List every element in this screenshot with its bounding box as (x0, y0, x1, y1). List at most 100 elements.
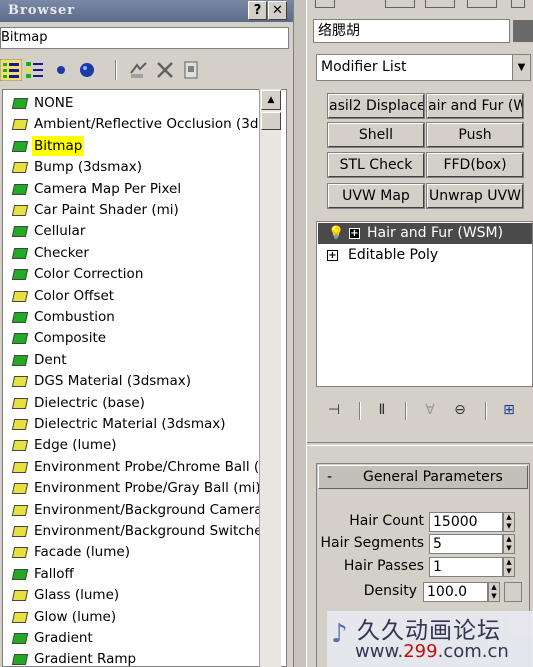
watermark-url: www.299.com.cn (355, 641, 509, 662)
map-type-icon (11, 461, 29, 473)
max-ui: Browser ? ✕ Bitmap NONE Ambient/Reflecti… (0, 0, 533, 667)
tab-motion[interactable] (425, 0, 455, 8)
hair-segments-spinner[interactable]: ▲ ▼ (503, 534, 515, 554)
map-type-icon (11, 162, 29, 174)
map-type-icon (11, 247, 29, 259)
density-spinner[interactable]: ▲ ▼ (488, 582, 500, 602)
make-unique-icon[interactable]: ∀ (421, 399, 439, 421)
expand-icon[interactable]: + (349, 228, 360, 239)
watermark-url-suffix: .com.cn (437, 641, 509, 662)
expand-icon[interactable]: + (327, 250, 338, 261)
update-scene-materials-icon[interactable] (128, 59, 150, 81)
hair-passes-spinner[interactable]: ▲ ▼ (503, 557, 515, 577)
view-large-icons-icon[interactable] (76, 59, 98, 81)
lightbulb-icon[interactable]: 💡 (328, 223, 344, 244)
tab-hierarchy[interactable] (385, 0, 415, 8)
clear-library-icon[interactable] (180, 59, 202, 81)
rollout-title: General Parameters (363, 469, 503, 485)
density-map-button[interactable] (504, 582, 522, 602)
map-type-icon (11, 590, 29, 602)
list-item-label: Glow (lume) (34, 608, 117, 625)
browser-title: Browser (8, 3, 76, 18)
panel-divider (307, 442, 533, 446)
map-type-icon (11, 504, 29, 516)
map-type-icon (11, 397, 29, 409)
collapse-toggle[interactable]: - (327, 466, 332, 488)
modifier-button-displace[interactable]: asil2 Displacem (328, 94, 424, 118)
browser-titlebar[interactable]: Browser ? ✕ (0, 0, 293, 22)
pin-stack-icon[interactable]: ⊣ (325, 399, 343, 421)
modifier-list-dropdown[interactable]: Modifier List ▼ (316, 54, 531, 81)
tab-modify[interactable] (315, 0, 335, 8)
map-type-icon (11, 611, 29, 623)
map-type-icon (11, 226, 29, 238)
view-list-text-icon[interactable] (0, 59, 22, 81)
close-button[interactable]: ✕ (268, 1, 287, 20)
list-item-label: Cellular (34, 223, 86, 240)
map-list[interactable]: NONE Ambient/Reflective Occlusion (3dsm Bi… (2, 89, 287, 667)
panel-splitter[interactable] (293, 0, 307, 667)
list-item-label: Composite (34, 330, 107, 347)
rollout-header[interactable]: - General Parameters (318, 465, 528, 489)
list-item-label: Environment/Background Switcher ( (34, 523, 278, 539)
density-label: Density (363, 583, 417, 599)
command-panel: 络腮胡 Modifier List ▼ asil2 Displacem air … (307, 0, 533, 667)
hair-count-spinner[interactable]: ▲ ▼ (503, 512, 515, 532)
map-type-icon (11, 483, 29, 495)
hair-segments-input[interactable]: 5 (429, 534, 503, 554)
configure-modifier-sets-icon[interactable]: ⊞ (500, 399, 518, 421)
hair-count-input[interactable]: 15000 (429, 512, 503, 532)
list-scrollbar[interactable]: ▲ (259, 89, 281, 667)
scroll-up-icon[interactable]: ▲ (261, 90, 281, 110)
modifier-button-push[interactable]: Push (427, 123, 523, 147)
list-item-label: NONE (34, 95, 74, 111)
tab-utilities[interactable] (511, 0, 525, 8)
modifier-button-uvw-map[interactable]: UVW Map (328, 184, 424, 208)
modifier-button-stl-check[interactable]: STL Check (328, 153, 424, 177)
list-item-label: Camera Map Per Pixel (34, 180, 182, 197)
map-type-icon (11, 205, 29, 216)
map-type-icon (11, 119, 29, 131)
density-input[interactable]: 100.0 (423, 582, 488, 602)
help-button[interactable]: ? (248, 1, 267, 20)
modifier-button-hair-fur[interactable]: air and Fur (WS (427, 94, 523, 118)
show-end-result-icon[interactable]: Ⅱ (373, 399, 391, 421)
browser-path-field[interactable]: Bitmap (0, 27, 289, 49)
stack-item-hair-fur[interactable]: 💡 + Hair and Fur (WSM) (318, 223, 532, 244)
hair-passes-input[interactable]: 1 (429, 557, 503, 577)
toolbar-separator (115, 60, 117, 80)
modifier-button-ffd-box[interactable]: FFD(box) (427, 153, 523, 177)
tab-display[interactable] (467, 0, 497, 8)
scroll-thumb[interactable] (261, 112, 281, 130)
modifier-stack[interactable]: 💡 + Hair and Fur (WSM) + Editable Poly (316, 221, 533, 387)
map-type-icon (11, 333, 29, 345)
view-list-icons-icon[interactable] (24, 59, 46, 81)
map-type-icon (11, 312, 29, 323)
map-type-icon (11, 290, 29, 302)
object-color-swatch[interactable] (513, 20, 533, 42)
modifier-button-shell[interactable]: Shell (328, 123, 424, 147)
view-small-icons-icon[interactable] (50, 59, 72, 81)
modifier-button-unwrap-uvw[interactable]: Unwrap UVW (427, 184, 523, 208)
list-item-label: Combustion (34, 309, 115, 325)
watermark-title: 久久动画论坛 (357, 618, 501, 644)
object-name-field[interactable]: 络腮胡 (313, 19, 510, 43)
watermark-url-red: 299 (403, 641, 438, 662)
hair-segments-label: Hair Segments (320, 535, 425, 551)
modifier-list-label: Modifier List (321, 59, 407, 75)
hair-count-label: Hair Count (349, 513, 424, 529)
list-item-label: Color Correction (34, 266, 144, 283)
list-item-label: Gradient (34, 630, 93, 646)
material-map-browser: Browser ? ✕ Bitmap NONE Ambient/Reflecti… (0, 0, 293, 667)
stack-item-editable-poly[interactable]: + Editable Poly (318, 245, 532, 266)
list-item-label: Color Offset (34, 287, 115, 304)
chevron-down-icon[interactable]: ▼ (512, 55, 530, 80)
list-item-label: Edge (lume) (34, 437, 117, 454)
map-type-icon (11, 269, 29, 281)
list-item-label: Dielectric (base) (34, 394, 145, 411)
toolbar-separator (359, 402, 361, 420)
stack-toolbar: ⊣ Ⅱ ∀ ⊖ ⊞ (307, 394, 533, 426)
remove-modifier-icon[interactable]: ⊖ (451, 399, 469, 421)
delete-icon[interactable] (154, 59, 176, 81)
list-item-label: Falloff (34, 565, 74, 582)
